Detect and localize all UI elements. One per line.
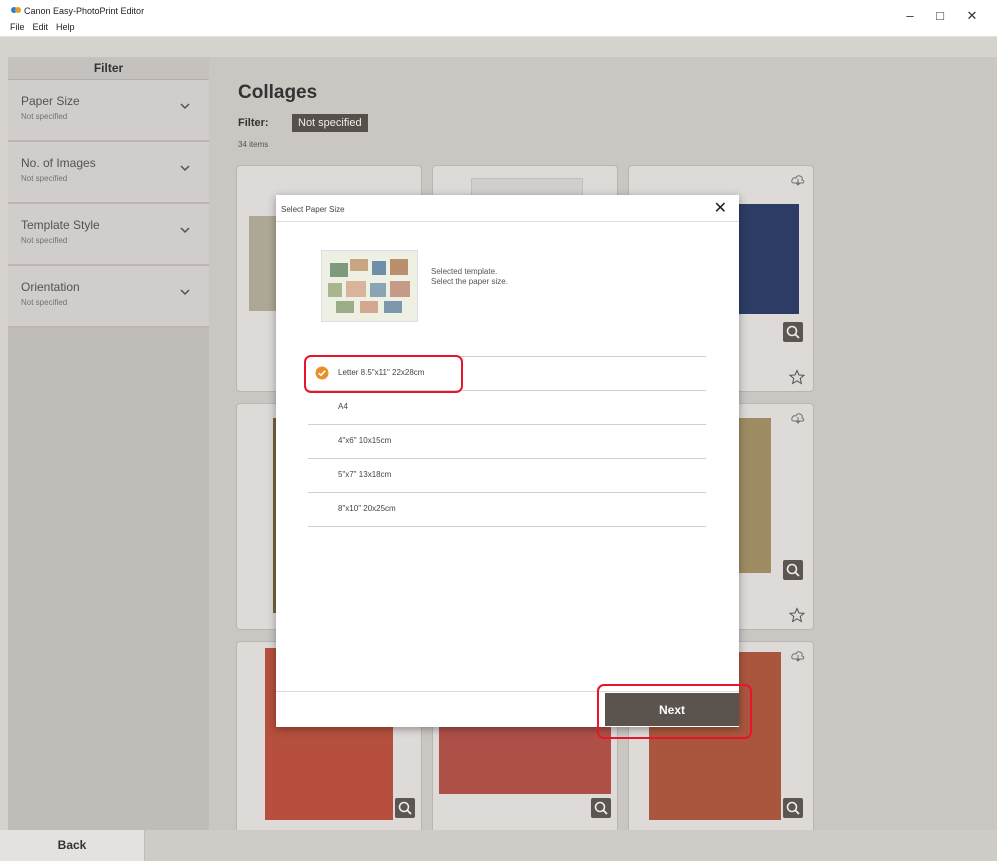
title-bar: Canon Easy-PhotoPrint Editor File Edit H… — [0, 0, 997, 37]
dialog-close-button[interactable]: ✕ — [714, 199, 727, 219]
app-title: Canon Easy-PhotoPrint Editor — [24, 6, 145, 16]
highlight-selected-size — [304, 355, 463, 393]
paper-size-option[interactable]: 4"x6" 10x15cm — [308, 425, 706, 459]
paper-size-label: A4 — [338, 402, 348, 411]
paper-size-option[interactable]: A4 — [308, 391, 706, 425]
menu-edit[interactable]: Edit — [33, 22, 49, 32]
highlight-next-button — [597, 684, 752, 739]
close-window-button[interactable]: ✕ — [962, 8, 982, 24]
paper-size-label: 8"x10" 20x25cm — [338, 504, 396, 513]
dialog-divider — [276, 221, 739, 222]
dialog-title: Select Paper Size — [281, 205, 345, 214]
menu-file[interactable]: File — [10, 22, 25, 32]
dialog-message-line: Select the paper size. — [431, 277, 508, 286]
dialog-message: Selected template. Select the paper size… — [431, 267, 508, 287]
menu-bar: File Edit Help — [10, 22, 75, 32]
paper-size-label: 4"x6" 10x15cm — [338, 436, 392, 445]
dialog-message-line: Selected template. — [431, 267, 498, 276]
app-logo-icon — [11, 7, 21, 13]
maximize-button[interactable]: □ — [930, 8, 950, 24]
bottom-bar — [0, 830, 997, 861]
collage-preview-image — [322, 251, 417, 321]
paper-size-label: 5"x7" 13x18cm — [338, 470, 392, 479]
minimize-button[interactable]: – — [900, 8, 920, 24]
select-paper-size-dialog: Select Paper Size ✕ Selected template. S… — [276, 195, 739, 727]
menu-help[interactable]: Help — [56, 22, 75, 32]
selected-template-thumbnail — [321, 250, 418, 322]
paper-size-option[interactable]: 8"x10" 20x25cm — [308, 493, 706, 527]
back-button[interactable]: Back — [0, 830, 145, 861]
paper-size-option[interactable]: 5"x7" 13x18cm — [308, 459, 706, 493]
